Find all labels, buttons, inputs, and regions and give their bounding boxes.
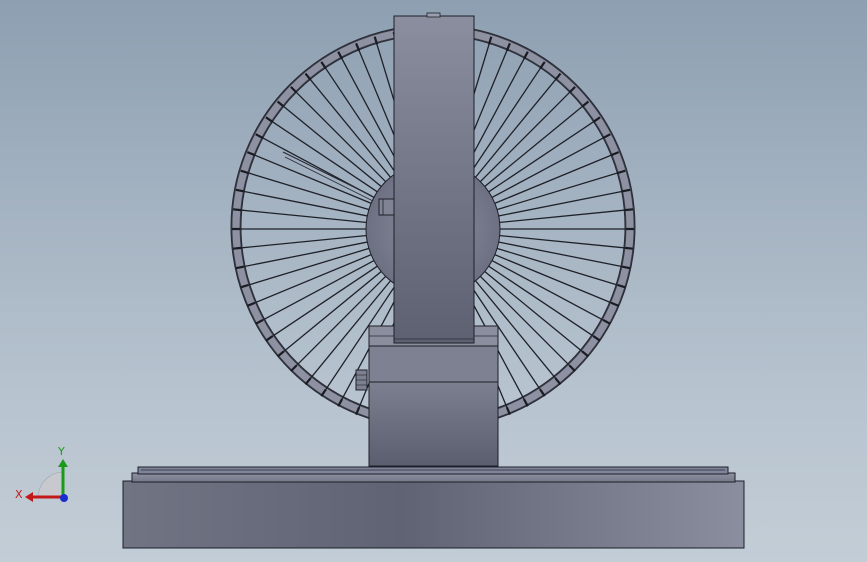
spoke	[280, 103, 388, 192]
y-axis-label: Y	[57, 445, 65, 458]
support-block[interactable]	[355, 325, 499, 467]
x-axis-arrow-icon	[25, 492, 33, 502]
spoke-nipple	[624, 246, 634, 250]
vertical-post[interactable]	[393, 12, 475, 344]
spoke-nipple	[235, 265, 244, 270]
spoke-nipple	[624, 208, 634, 212]
spoke-nipple	[622, 188, 631, 193]
spoke	[239, 189, 375, 218]
spoke	[478, 103, 586, 192]
spoke-nipple	[622, 265, 631, 270]
spoke	[470, 76, 559, 184]
model-view[interactable]	[0, 0, 867, 562]
graphics-viewport[interactable]: X Y	[0, 0, 867, 562]
x-axis-label: X	[15, 488, 23, 501]
spoke	[485, 256, 608, 323]
spoke	[236, 209, 374, 224]
base-plate[interactable]	[122, 466, 745, 549]
spoke	[491, 240, 627, 269]
spoke	[491, 189, 627, 218]
y-axis-arrow-icon	[58, 459, 68, 467]
triad-plane	[37, 471, 63, 497]
spoke	[307, 76, 396, 184]
spoke	[239, 240, 375, 269]
spoke-nipple	[235, 188, 244, 193]
spoke	[293, 89, 392, 188]
axis-triad: X Y	[15, 445, 68, 502]
spoke	[485, 135, 608, 202]
z-axis-icon	[60, 494, 68, 502]
spoke	[492, 209, 630, 224]
spoke-nipple	[232, 208, 242, 212]
spoke	[236, 234, 374, 249]
spoke	[492, 234, 630, 249]
spoke-nipple	[232, 246, 242, 250]
spoke	[474, 89, 573, 188]
spoke	[258, 256, 381, 323]
